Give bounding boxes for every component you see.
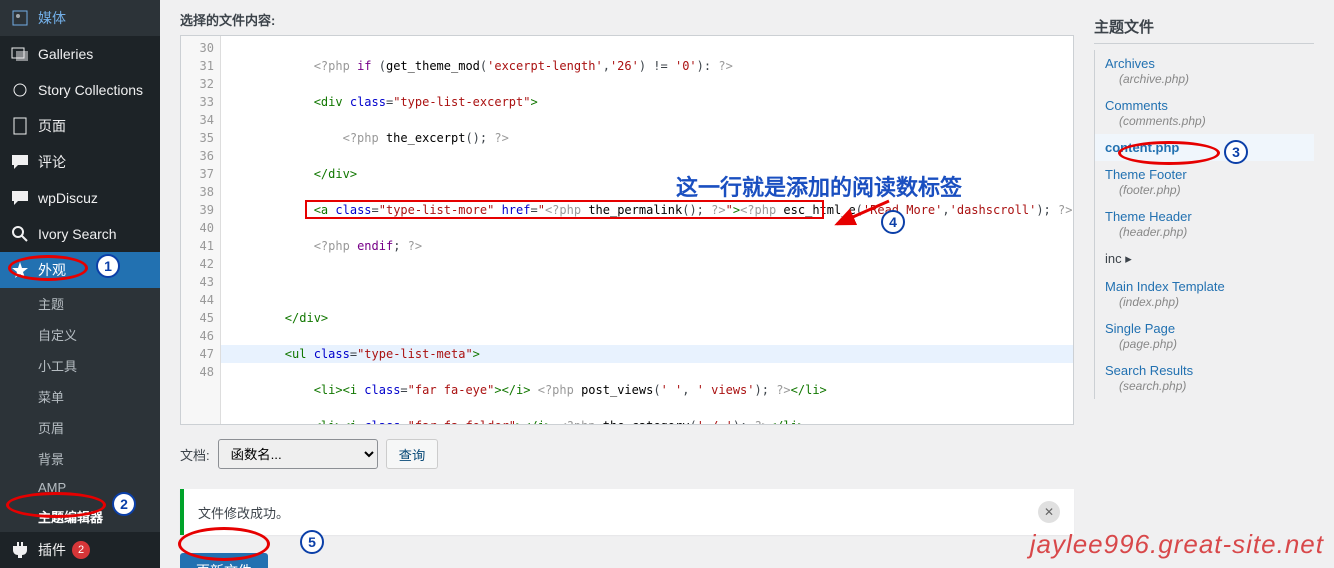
function-select[interactable]: 函数名... (218, 439, 378, 469)
sub-customize[interactable]: 自定义 (0, 319, 160, 350)
menu-label: 外观 (38, 260, 66, 280)
admin-sidebar: 媒体 Galleries Story Collections 页面 评论 wpD… (0, 0, 160, 568)
file-archives[interactable]: Archives(archive.php) (1095, 50, 1314, 92)
menu-label: 评论 (38, 152, 66, 172)
menu-ivorysearch[interactable]: Ivory Search (0, 216, 160, 252)
sub-bg[interactable]: 背景 (0, 443, 160, 474)
content-label: 选择的文件内容: (180, 10, 1074, 29)
menu-label: Ivory Search (38, 226, 117, 242)
lookup-button[interactable]: 查询 (386, 439, 439, 469)
file-header[interactable]: Theme Header(header.php) (1095, 203, 1314, 245)
dismiss-icon[interactable]: ✕ (1038, 501, 1060, 523)
sub-amp[interactable]: AMP (0, 474, 160, 501)
file-index[interactable]: Main Index Template(index.php) (1095, 273, 1314, 315)
menu-plugins[interactable]: 插件 2 (0, 532, 160, 568)
update-badge: 2 (72, 541, 90, 559)
doc-label: 文档: (180, 445, 210, 464)
theme-files-panel: 主题文件 Archives(archive.php) Comments(comm… (1094, 10, 1314, 568)
menu-story[interactable]: Story Collections (0, 72, 160, 108)
sub-menus[interactable]: 菜单 (0, 381, 160, 412)
menu-label: 插件 (38, 540, 66, 560)
menu-comments[interactable]: 评论 (0, 144, 160, 180)
menu-label: Galleries (38, 46, 93, 62)
code-editor[interactable]: 30313233343536373839404142434445464748 <… (180, 35, 1074, 425)
menu-label: Story Collections (38, 82, 143, 98)
menu-wpdiscuz[interactable]: wpDiscuz (0, 180, 160, 216)
menu-appearance[interactable]: 外观 (0, 252, 160, 288)
line-gutter: 30313233343536373839404142434445464748 (181, 36, 221, 424)
menu-label: 页面 (38, 116, 66, 136)
sub-widgets[interactable]: 小工具 (0, 350, 160, 381)
file-search[interactable]: Search Results(search.php) (1095, 357, 1314, 399)
menu-galleries[interactable]: Galleries (0, 36, 160, 72)
file-inc[interactable]: inc ▸ (1095, 245, 1314, 273)
success-notice: 文件修改成功。 ✕ (180, 489, 1074, 535)
update-file-button[interactable]: 更新文件 (180, 553, 268, 568)
menu-pages[interactable]: 页面 (0, 108, 160, 144)
watermark: jaylee996.great-site.net (1030, 529, 1324, 560)
menu-label: 媒体 (38, 8, 66, 28)
file-footer[interactable]: Theme Footer(footer.php) (1095, 161, 1314, 203)
file-comments[interactable]: Comments(comments.php) (1095, 92, 1314, 134)
files-title: 主题文件 (1094, 10, 1314, 44)
menu-label: wpDiscuz (38, 190, 98, 206)
sub-header[interactable]: 页眉 (0, 412, 160, 443)
sub-theme-editor[interactable]: 主题编辑器 (0, 501, 160, 532)
appearance-submenu: 主题 自定义 小工具 菜单 页眉 背景 AMP 主题编辑器 (0, 288, 160, 532)
sub-themes[interactable]: 主题 (0, 288, 160, 319)
file-content[interactable]: content.php (1095, 134, 1314, 161)
notice-text: 文件修改成功。 (198, 503, 289, 522)
main-content: 选择的文件内容: 3031323334353637383940414243444… (160, 0, 1334, 568)
code-area[interactable]: <?php if (get_theme_mod('excerpt-length'… (221, 36, 1073, 424)
menu-media[interactable]: 媒体 (0, 0, 160, 36)
file-page[interactable]: Single Page(page.php) (1095, 315, 1314, 357)
